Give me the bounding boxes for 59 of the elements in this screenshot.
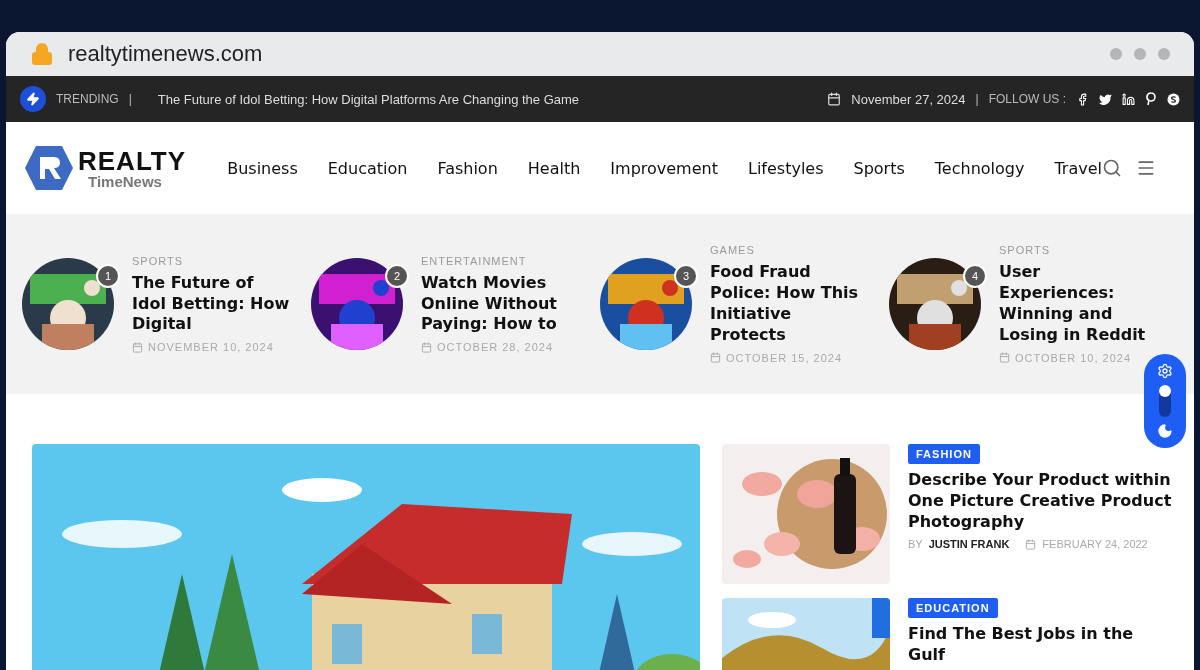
window-dot[interactable] [1110,48,1122,60]
article-title[interactable]: Find The Best Jobs in the Gulf [908,624,1172,666]
trending-headline[interactable]: The Future of Idol Betting: How Digital Platforms Are Changing the Game [157,91,580,107]
calendar-icon [710,352,721,364]
search-icon[interactable] [1102,158,1122,178]
article-date: NOVEMBER 10, 2024 [148,341,274,354]
article-title[interactable]: The Future of Idol Betting: How Digital [132,272,292,336]
window-dot[interactable] [1158,48,1170,60]
trending-label: TRENDING [56,92,119,106]
pinterest-icon[interactable] [1145,92,1157,106]
article-date: FEBRUARY 24, 2022 [1042,538,1148,551]
calendar-icon [421,341,432,353]
calendar-icon [827,92,842,106]
author-name[interactable]: JUSTIN FRANK [928,538,1010,551]
logo-icon [24,145,74,191]
nav-link[interactable]: Business [227,158,298,178]
facebook-icon[interactable] [1076,92,1089,106]
calendar-icon [999,352,1010,364]
nav-link[interactable]: Education [327,158,408,178]
category-tag[interactable]: EDUCATION [908,598,998,618]
logo-text: REALTY [78,147,187,174]
settings-icon[interactable] [1157,363,1173,379]
article-title[interactable]: Describe Your Product within One Picture Creative Product Photography [908,470,1172,533]
current-date: November 27, 2024 [851,91,966,107]
twitter-icon[interactable] [1099,92,1112,106]
article-title[interactable]: User Experiences: Winning and Losing in Reddit [999,262,1159,346]
moon-icon[interactable] [1157,423,1173,439]
article-title[interactable]: Watch Movies Online Without Paying: How to [421,272,581,336]
rank-badge: 2 [385,264,409,288]
article-date: OCTOBER 10, 2024 [1015,351,1132,364]
lock-icon [30,42,54,66]
url-text[interactable]: realtytimenews.com [68,41,263,67]
rank-badge: 1 [96,264,120,288]
trending-icon [20,86,46,112]
calendar-icon [1025,538,1037,550]
nav-link[interactable]: Improvement [610,158,718,178]
article-date: OCTOBER 28, 2024 [437,341,554,354]
skype-icon[interactable] [1167,92,1180,106]
follow-label: FOLLOW US : [988,92,1066,106]
dark-mode-toggle[interactable] [1159,385,1171,417]
nav-link[interactable]: Technology [934,158,1025,178]
separator: | [975,92,979,106]
rank-badge: 3 [674,264,698,288]
nav-link[interactable]: Travel [1054,158,1102,178]
rank-badge: 4 [963,264,987,288]
by-label: BY [908,538,923,551]
nav-link[interactable]: Sports [853,158,905,178]
window-dot[interactable] [1134,48,1146,60]
calendar-icon [132,341,143,353]
category-tag[interactable]: FASHION [908,444,980,464]
linkedin-icon[interactable] [1122,92,1135,106]
menu-icon[interactable] [1136,158,1156,178]
nav-link[interactable]: Lifestyles [747,158,824,178]
nav-link[interactable]: Health [527,158,581,178]
separator: | [128,92,132,106]
logo-subtext: TimeNews [88,173,163,189]
nav-link[interactable]: Fashion [437,158,498,178]
article-title[interactable]: Food Fraud Police: How This Initiative Protects [710,262,870,346]
article-date: OCTOBER 15, 2024 [726,351,843,364]
